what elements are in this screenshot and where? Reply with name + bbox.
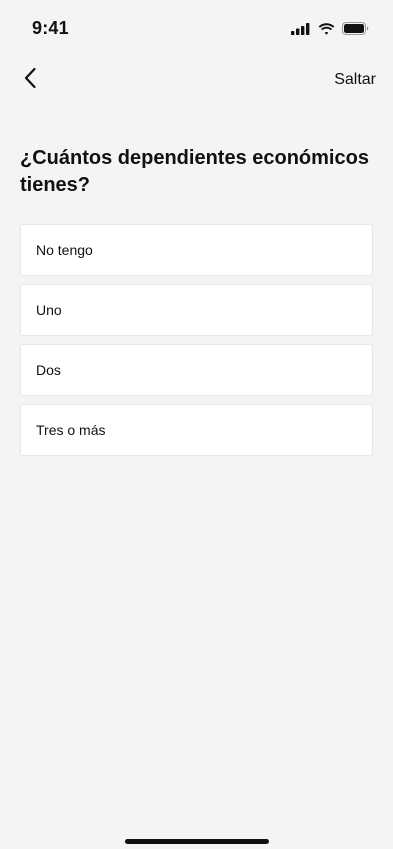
question-title: ¿Cuántos dependientes económicos tienes? [20,147,369,196]
option-uno[interactable]: Uno [20,284,373,336]
navigation-bar: Saltar [0,58,393,102]
option-no-tengo[interactable]: No tengo [20,224,373,276]
back-button[interactable] [14,64,46,96]
chevron-left-icon [23,67,37,94]
wifi-icon [318,22,335,35]
status-time: 9:41 [32,18,69,38]
option-dos[interactable]: Dos [20,344,373,396]
skip-button[interactable]: Saltar [334,71,376,89]
options-list: No tengo Uno Dos Tres o más [20,224,373,464]
option-tres-o-mas[interactable]: Tres o más [20,404,373,456]
option-label: No tengo [36,242,93,258]
cellular-signal-icon [291,22,311,35]
status-bar: 9:41 [0,0,393,54]
option-label: Uno [36,302,62,318]
home-indicator [125,839,269,844]
battery-icon [342,22,369,35]
option-label: Dos [36,362,61,378]
option-label: Tres o más [36,422,106,438]
status-icons [291,22,369,35]
